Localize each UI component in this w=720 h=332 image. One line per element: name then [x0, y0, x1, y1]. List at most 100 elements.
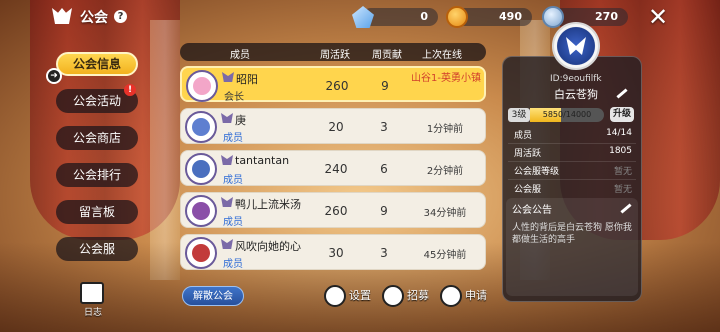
face-icon — [192, 160, 210, 178]
megaphone-icon — [382, 285, 404, 307]
column-member: 成员 — [230, 50, 250, 61]
member-row[interactable]: 风吹向她的心 成员 30 3 45分钟前 — [180, 234, 486, 270]
guild-exp-text: 5850/14000 — [542, 110, 592, 119]
weekly-contribution: 9 — [381, 79, 389, 93]
stat-value: 暂无 — [613, 185, 632, 195]
sidebar-item-message-board[interactable]: 留言板 — [56, 200, 138, 224]
sidebar-item-guild-info[interactable]: ➜ 公会信息 — [46, 52, 138, 84]
guild-emblem[interactable] — [552, 22, 600, 70]
stat-label: 公会服 — [514, 185, 542, 195]
recruit-button[interactable]: 招募 — [382, 284, 429, 308]
journal-button[interactable]: 日志 — [80, 282, 106, 318]
stat-members: 成员 14/14 — [508, 126, 636, 142]
coin-value: 490 — [499, 10, 522, 23]
member-role: 成员 — [223, 259, 243, 270]
upgrade-button[interactable]: 升级 — [610, 107, 634, 122]
last-online: 1分钟前 — [426, 124, 464, 135]
sidebar-item-guild-outfit[interactable]: 公会服 — [56, 237, 138, 261]
member-name: 昭阳 — [236, 73, 258, 86]
coin-counter[interactable]: 490 — [446, 6, 532, 28]
avatar — [186, 70, 218, 102]
weekly-active: 260 — [324, 204, 348, 218]
applications-button[interactable]: 申请 — [440, 284, 487, 308]
notice-text: 人性的背后是白云苍狗 愿你我都做生活的高手 — [512, 223, 632, 245]
sidebar-item-label: 公会信息 — [72, 57, 121, 71]
gem-counter[interactable]: 0 — [352, 6, 438, 28]
gem-icon — [352, 6, 374, 28]
member-role: 成员 — [223, 175, 243, 186]
face-icon — [193, 77, 211, 95]
sidebar-item-label: 公会商店 — [72, 131, 121, 145]
sidebar-item-guild-shop[interactable]: 公会商店 — [56, 126, 138, 150]
settings-button[interactable]: 设置 — [324, 284, 371, 308]
last-online: 34分钟前 — [423, 208, 467, 219]
member-role: 成员 — [223, 133, 243, 144]
member-role: 成员 — [223, 217, 243, 228]
stat-label: 公会服等级 — [514, 167, 560, 177]
rank-crown-icon — [221, 239, 233, 249]
face-icon — [192, 244, 210, 262]
stat-label: 周活跃 — [514, 149, 542, 159]
column-weekly-contribution: 周贡献 — [372, 50, 402, 61]
weekly-active: 240 — [324, 162, 348, 176]
member-name: 庚 — [235, 114, 246, 127]
sidebar-item-guild-ranking[interactable]: 公会排行 — [56, 163, 138, 187]
avatar — [185, 237, 217, 269]
rank-crown-icon — [221, 155, 233, 165]
arrow-right-icon: ➜ — [46, 68, 62, 84]
avatar — [185, 153, 217, 185]
member-row[interactable]: 庚 成员 20 3 1分钟前 — [180, 108, 486, 144]
list-icon — [440, 285, 462, 307]
weekly-contribution: 9 — [380, 204, 388, 218]
last-online: 山谷1-英勇小镇 — [411, 73, 481, 84]
member-name: tantantan — [235, 154, 290, 167]
guild-level: 3级 — [508, 108, 530, 122]
face-icon — [192, 118, 210, 136]
sidebar-item-guild-activity[interactable]: ! 公会活动 — [56, 84, 138, 113]
stat-value: 1805 — [609, 146, 632, 156]
pillar — [150, 20, 180, 280]
close-button[interactable]: ✕ — [646, 5, 670, 29]
top-bar: 公会 ? 0 490 270 ✕ — [0, 0, 720, 34]
face-icon — [192, 202, 210, 220]
member-row[interactable]: 昭阳 会长 260 9 山谷1-英勇小镇 — [180, 66, 486, 103]
weekly-contribution: 6 — [380, 162, 388, 176]
member-table-header: 成员 周活跃 周贡献 上次在线 — [180, 43, 486, 61]
rank-crown-icon — [222, 72, 234, 82]
rank-crown-icon — [221, 113, 233, 123]
column-last-online: 上次在线 — [422, 50, 462, 61]
gem-value: 0 — [420, 10, 428, 23]
member-row[interactable]: 鸭儿上流米汤 成员 260 9 34分钟前 — [180, 192, 486, 228]
weekly-contribution: 3 — [380, 246, 388, 260]
weekly-contribution: 3 — [380, 120, 388, 134]
member-name: 风吹向她的心 — [235, 240, 301, 253]
avatar — [185, 195, 217, 227]
avatar — [185, 111, 217, 143]
sidebar: ➜ 公会信息 ! 公会活动 公会商店 公会排行 留言板 公会服 — [46, 52, 138, 274]
notification-badge: ! — [124, 84, 136, 96]
weekly-active: 260 — [325, 79, 349, 93]
weekly-active: 30 — [328, 246, 344, 260]
coin-icon — [446, 6, 468, 28]
gear-icon — [324, 285, 346, 307]
sidebar-item-label: 留言板 — [78, 205, 115, 219]
guild-exp-bar: 5850/14000 — [530, 108, 604, 122]
journal-label: 日志 — [83, 308, 102, 318]
rank-crown-icon — [221, 197, 233, 207]
recruit-label: 招募 — [407, 289, 429, 302]
stat-outfit-level: 公会服等级 暂无 — [508, 162, 636, 178]
last-online: 2分钟前 — [426, 166, 464, 177]
help-icon[interactable]: ? — [114, 10, 127, 23]
wing-icon — [566, 37, 586, 55]
stat-value: 暂无 — [613, 167, 632, 177]
member-row[interactable]: tantantan 成员 240 6 2分钟前 — [180, 150, 486, 186]
page-title: 公会 — [80, 10, 108, 26]
guild-crest-icon — [52, 8, 72, 24]
token-counter[interactable]: 270 — [542, 6, 628, 28]
settings-label: 设置 — [349, 289, 371, 302]
sidebar-item-label: 公会服 — [78, 242, 115, 256]
member-name: 鸭儿上流米汤 — [235, 198, 301, 211]
disband-guild-button[interactable]: 解散公会 — [182, 286, 244, 306]
member-role: 会长 — [224, 92, 244, 103]
guild-id: ID:9eoufilfk — [550, 74, 602, 84]
